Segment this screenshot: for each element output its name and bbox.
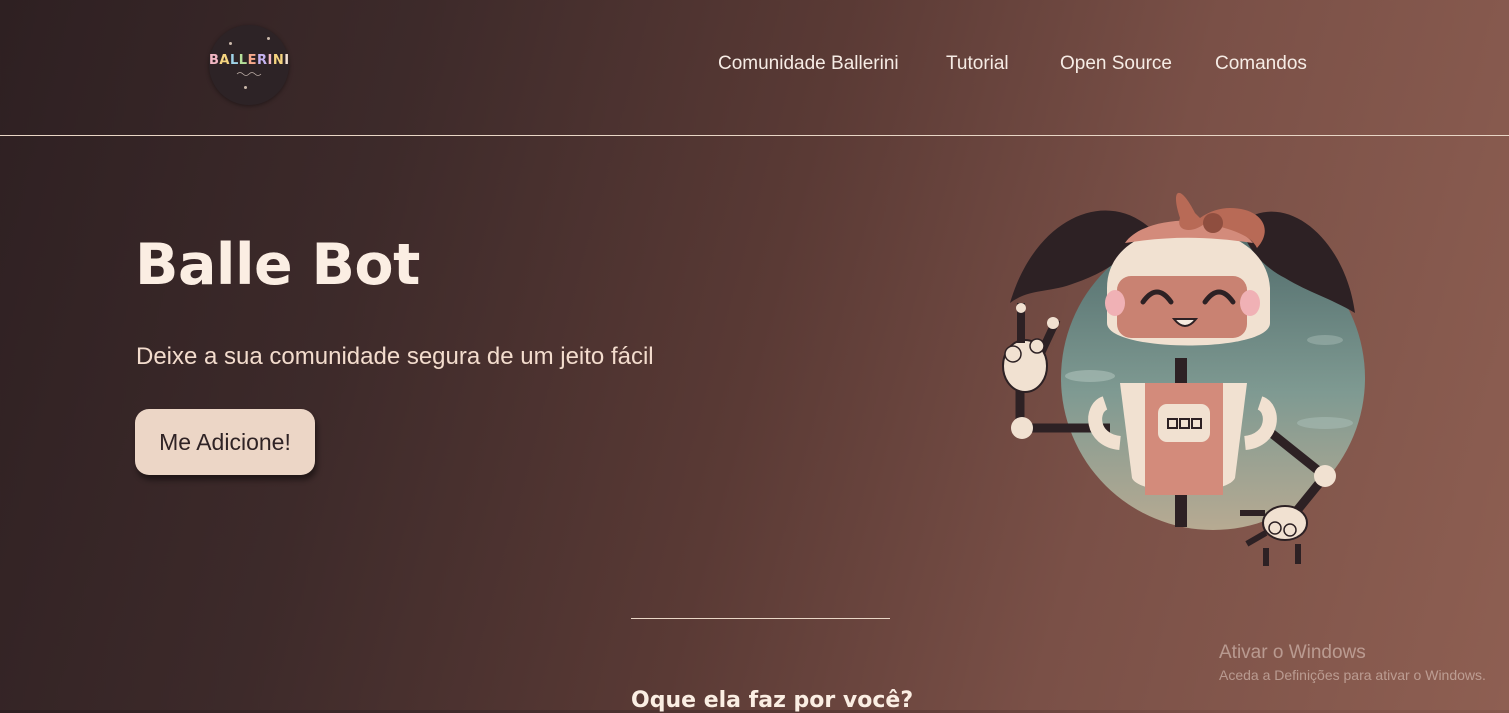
nav-comunidade-ballerini[interactable]: Comunidade Ballerini bbox=[718, 53, 899, 75]
logo-sparkle-icon bbox=[267, 37, 270, 40]
nav-open-source[interactable]: Open Source bbox=[1060, 53, 1172, 75]
hero-subtitle: Deixe a sua comunidade segura de um jeit… bbox=[136, 343, 654, 370]
add-bot-button[interactable]: Me Adicione! bbox=[135, 409, 315, 475]
logo-wordmark: BALLERINI bbox=[209, 53, 290, 68]
ballerini-logo[interactable]: BALLERINI bbox=[209, 25, 289, 105]
nav-comandos[interactable]: Comandos bbox=[1215, 53, 1307, 75]
section-divider bbox=[631, 618, 890, 619]
windows-activation-title: Ativar o Windows bbox=[1219, 642, 1366, 663]
nav-tutorial[interactable]: Tutorial bbox=[946, 53, 1009, 75]
windows-activation-subtitle: Aceda a Definições para ativar o Windows… bbox=[1219, 667, 1486, 683]
features-section-title: Oque ela faz por você? bbox=[631, 688, 914, 713]
robot-girl-illustration bbox=[1002, 192, 1365, 566]
logo-squiggle-icon bbox=[236, 72, 262, 76]
top-navbar: BALLERINI Comunidade Ballerini Tutorial … bbox=[0, 0, 1509, 136]
logo-sparkle-icon bbox=[244, 86, 247, 89]
hero-title: Balle Bot bbox=[135, 232, 420, 298]
logo-sparkle-icon bbox=[229, 42, 232, 45]
